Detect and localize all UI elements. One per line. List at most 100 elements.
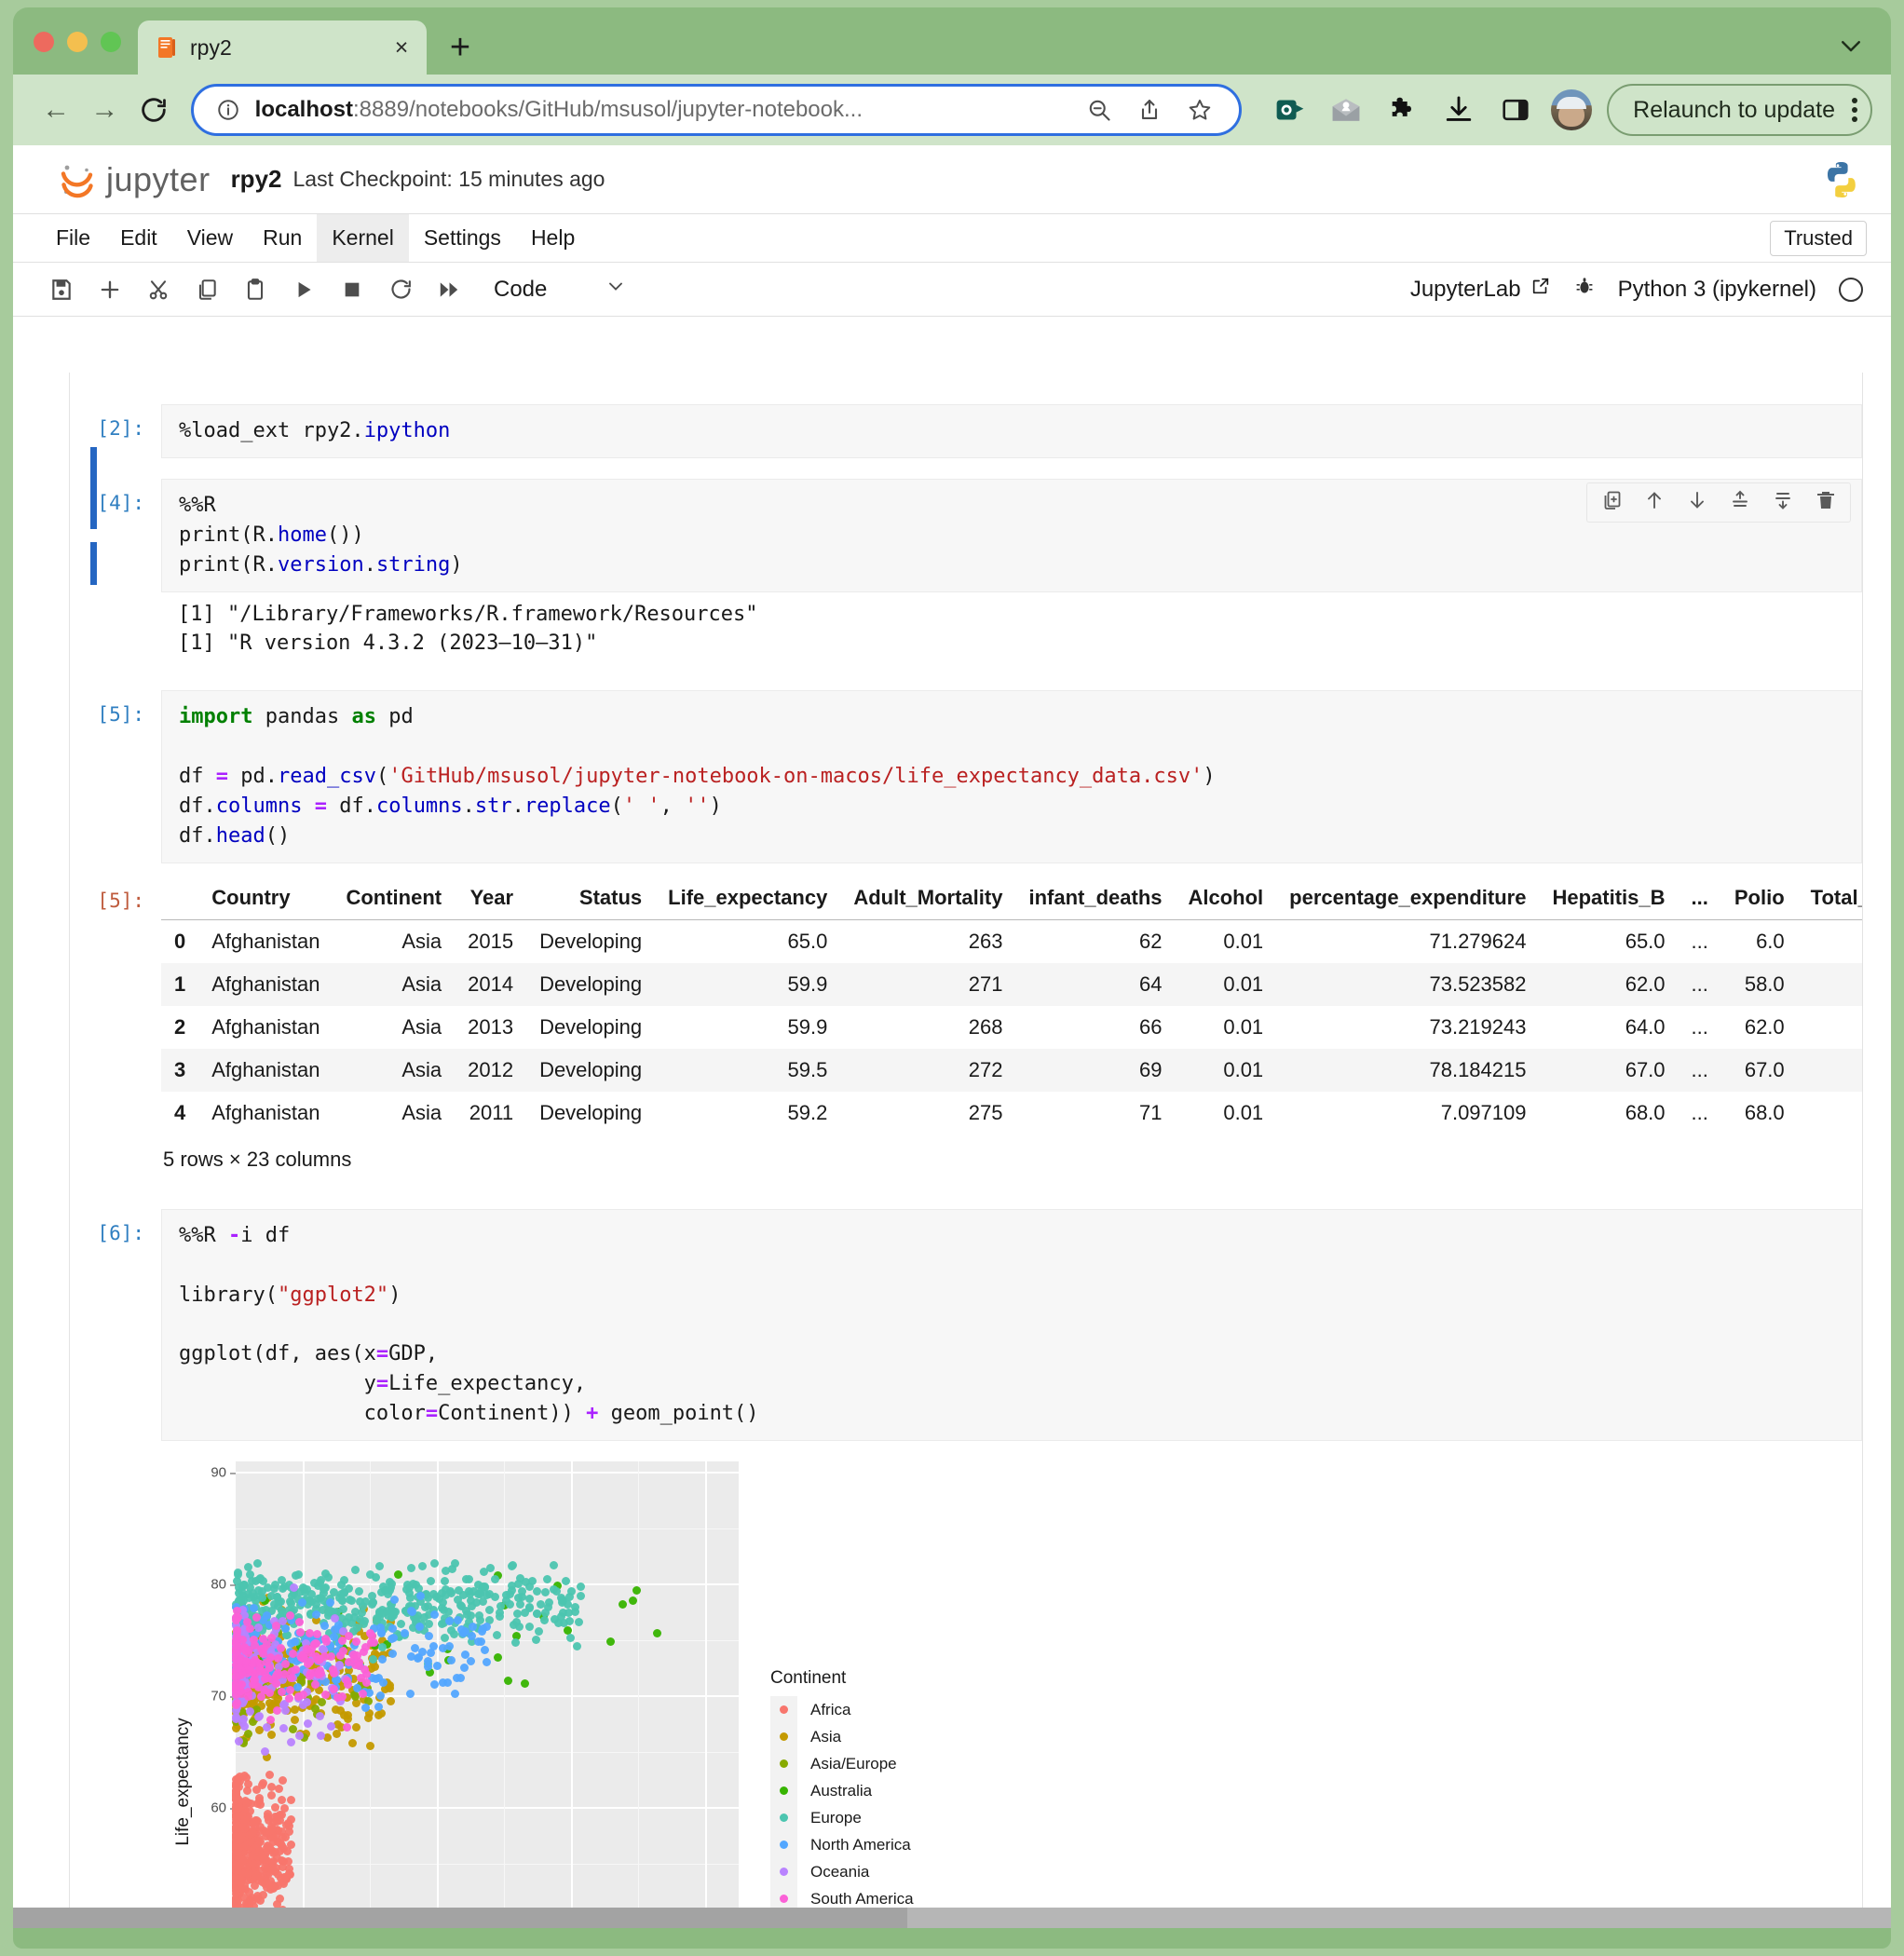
scatter-point [502,1596,511,1605]
scatter-point [231,1681,240,1691]
menu-edit[interactable]: Edit [105,214,172,262]
outlook-extension-icon[interactable] [1268,86,1313,134]
stop-kernel-icon[interactable] [328,269,376,310]
scatter-point [248,1896,257,1906]
copy-icon[interactable] [183,269,231,310]
mail-extension-icon[interactable] [1324,86,1369,134]
scatter-point [446,1589,456,1597]
cell-value: 2014 [468,971,514,996]
move-cell-down-icon[interactable] [1686,489,1708,516]
cell-value: Developing [539,971,643,996]
scatter-point [315,1712,324,1721]
col-header: Life_expectancy [668,885,828,909]
menu-help[interactable]: Help [516,214,590,262]
bookmark-star-icon[interactable] [1179,89,1220,130]
chart-plot-panel: 405060708090 [211,1461,739,1927]
back-button[interactable]: ← [32,84,80,136]
scatter-point [321,1582,331,1592]
menu-kernel[interactable]: Kernel [317,214,409,262]
cell-input[interactable]: import pandas as pd df = pd.read_csv('Gi… [161,690,1862,863]
cell-input[interactable]: %load_ext rpy2.ipython [161,404,1862,458]
forward-button[interactable]: → [80,84,129,136]
col-header: Adult_Mortality [853,885,1003,909]
code-cell-4[interactable]: [4]: %%R print(R.home()) print(R.version… [70,478,1862,592]
browser-toolbar: ← → localhost:8889/notebooks/GitHub/msus… [13,75,1891,145]
scatter-point [564,1616,574,1625]
insert-cell-icon[interactable] [86,269,134,310]
cell-value: 67.0 [1625,1057,1666,1081]
save-icon[interactable] [37,269,86,310]
scatter-point [351,1637,360,1647]
puzzle-extensions-icon[interactable] [1380,86,1426,134]
side-panel-icon[interactable] [1493,86,1539,134]
insert-cell-above-icon[interactable] [1729,489,1751,516]
insert-cell-below-icon[interactable] [1772,489,1794,516]
notebook-scroll-area[interactable]: [2]: %load_ext rpy2.ipython [4]: %%R pri… [69,373,1863,1928]
address-bar[interactable]: localhost:8889/notebooks/GitHub/msusol/j… [190,84,1242,136]
restart-kernel-icon[interactable] [376,269,425,310]
cell-type-dropdown[interactable]: Code [494,275,627,304]
horizontal-scrollbar[interactable] [13,1908,1891,1928]
scatter-point [310,1640,320,1650]
share-icon[interactable] [1129,89,1170,130]
move-cell-up-icon[interactable] [1643,489,1666,516]
code-cell-6[interactable]: [6]: %%R -i df library("ggplot2") ggplot… [70,1208,1862,1442]
close-window-button[interactable] [34,32,54,52]
legend-item: Africa [770,1696,914,1724]
zoom-out-icon[interactable] [1079,89,1120,130]
relaunch-label: Relaunch to update [1633,96,1835,123]
scatter-point [243,1779,252,1788]
jupyter-logo[interactable]: jupyter [56,158,211,201]
maximize-window-button[interactable] [101,32,121,52]
reload-button[interactable] [129,84,177,136]
dataframe-head: Country Continent Year Status Life_expec… [161,876,1862,920]
horizontal-scrollbar-thumb[interactable] [13,1908,907,1928]
minimize-window-button[interactable] [67,32,88,52]
col-header: Year [469,885,514,909]
scatter-point [265,1652,275,1662]
downloads-icon[interactable] [1436,86,1482,134]
scatter-point [468,1601,477,1610]
scatter-point [606,1637,616,1646]
duplicate-cell-icon[interactable] [1600,489,1623,516]
cell-input[interactable]: %%R -i df library("ggplot2") ggplot(df, … [161,1208,1862,1442]
menu-settings[interactable]: Settings [409,214,516,262]
cut-icon[interactable] [134,269,183,310]
bug-icon[interactable] [1573,275,1596,304]
kernel-name-label[interactable]: Python 3 (ipykernel) [1618,277,1816,303]
dataframe-table: Country Continent Year Status Life_expec… [161,876,1862,1134]
cell-action-toolbar [1586,482,1851,523]
profile-avatar[interactable] [1551,89,1593,130]
close-tab-icon[interactable]: × [389,35,414,60]
trusted-badge[interactable]: Trusted [1770,220,1867,256]
tab-search-chevron-down-icon[interactable] [1835,30,1867,61]
scatter-point [388,1635,397,1644]
open-in-jupyterlab-button[interactable]: JupyterLab [1410,276,1551,303]
code-cell-5[interactable]: [5]: import pandas as pd df = pd.read_cs… [70,690,1862,863]
browser-window: rpy2 × + ← → localhost:8889/notebooks/Gi… [13,7,1891,1949]
menu-view[interactable]: View [172,214,248,262]
site-info-icon[interactable] [216,98,240,122]
browser-menu-kebab-icon[interactable] [1852,98,1857,122]
relaunch-to-update-button[interactable]: Relaunch to update [1607,84,1872,136]
restart-and-run-all-icon[interactable] [425,269,473,310]
scatter-point [286,1737,295,1746]
notebook-title[interactable]: rpy2 [231,165,282,194]
menu-file[interactable]: File [41,214,105,262]
legend-item: Asia/Europe [770,1750,914,1778]
code-cell-2[interactable]: [2]: %load_ext rpy2.ipython [70,404,1862,458]
dataframe-shape-label: 5 rows × 23 columns [163,1147,352,1171]
menu-run[interactable]: Run [248,214,317,262]
new-tab-button[interactable]: + [442,29,479,66]
cell-value [1798,1006,1862,1049]
x-gridline [638,1461,639,1927]
delete-cell-icon[interactable] [1815,489,1837,516]
table-row: 1 Afghanistan Asia 2014 Developing 59.9 … [161,962,1862,1006]
scatter-point [428,1641,438,1650]
browser-tab-rpy2[interactable]: rpy2 × [138,20,427,75]
cell-value: 78.184215 [1429,1057,1527,1081]
scatter-point [290,1582,299,1592]
scatter-point [277,1796,286,1805]
paste-icon[interactable] [231,269,279,310]
run-cell-icon[interactable] [279,269,328,310]
